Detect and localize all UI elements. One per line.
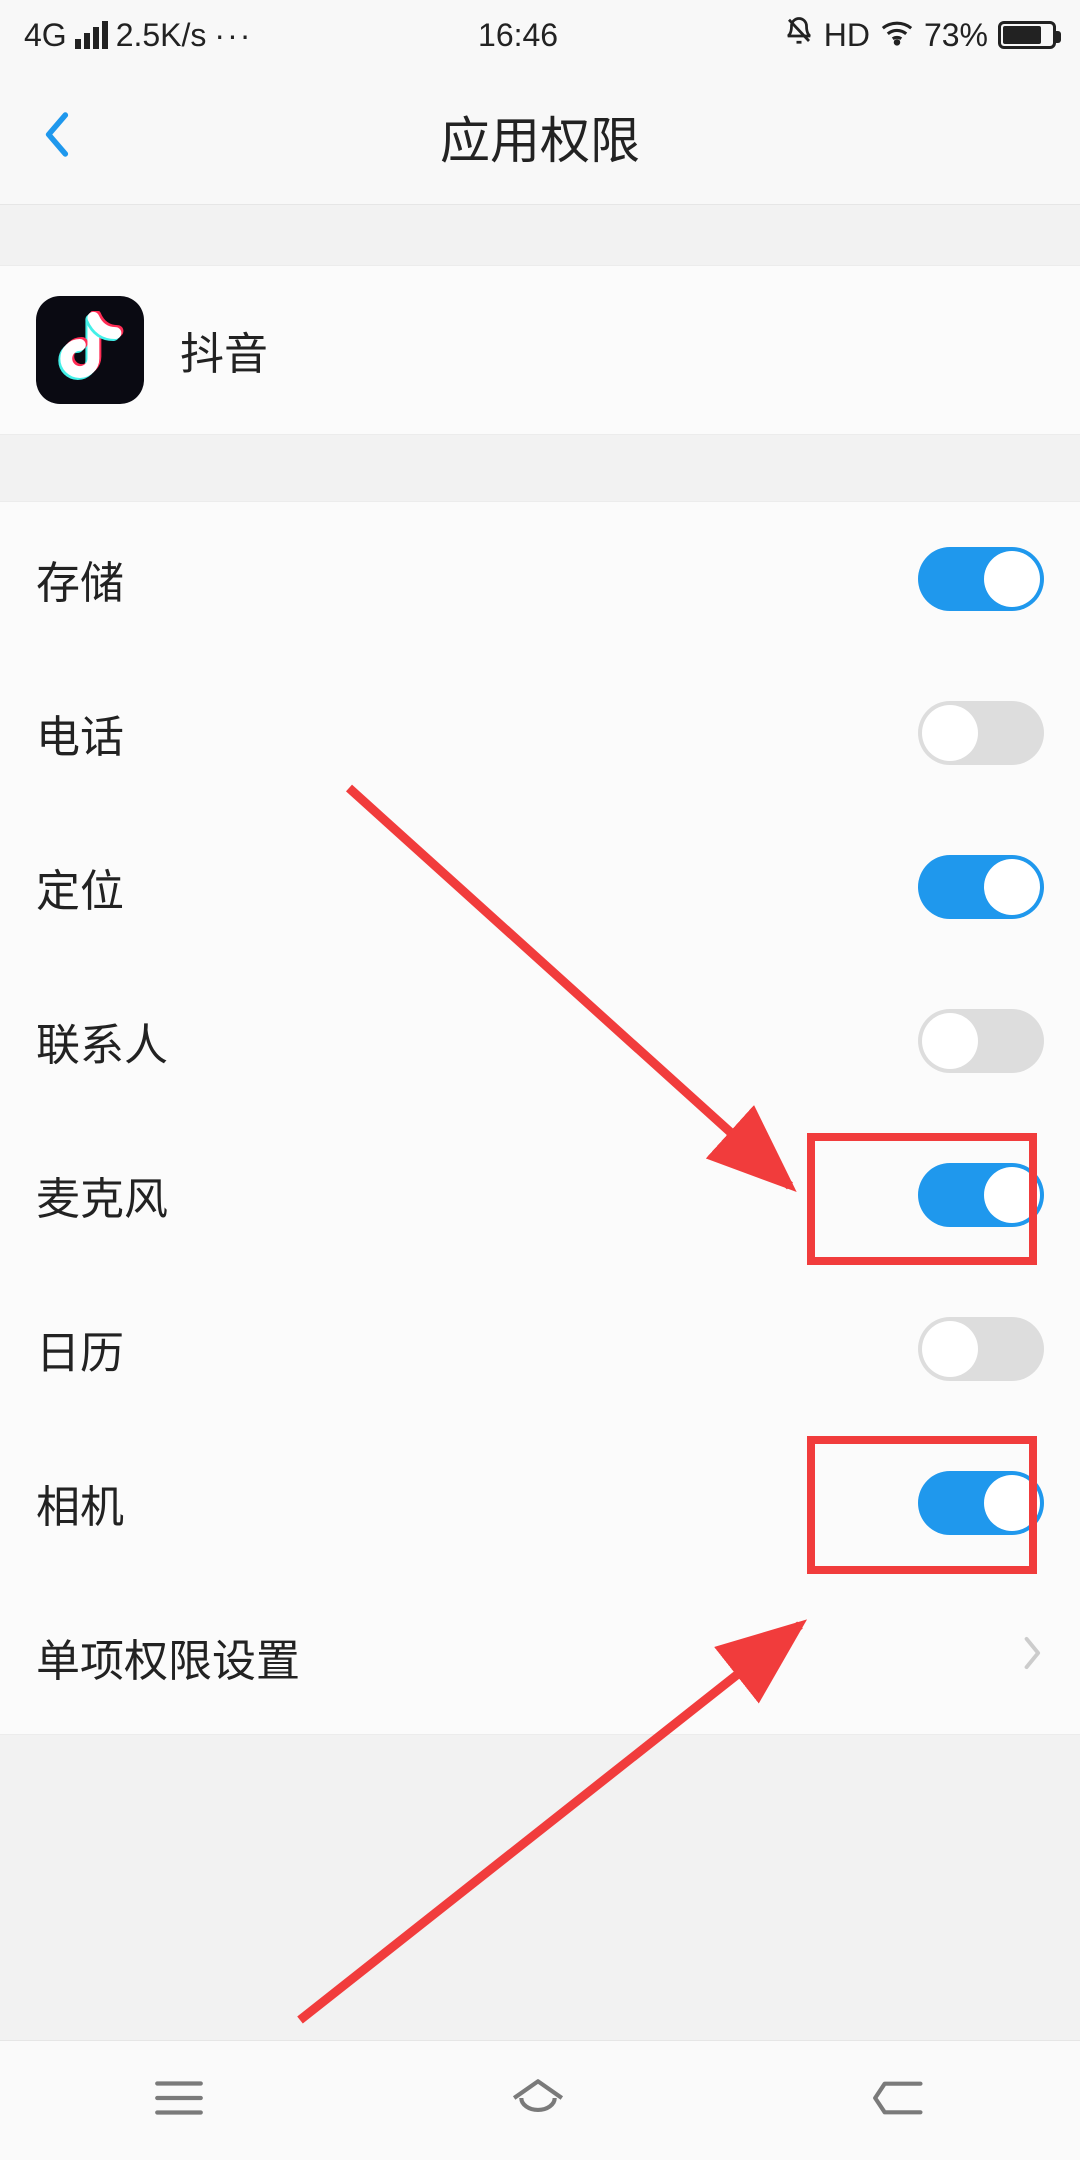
page-header: 应用权限: [0, 70, 1080, 205]
permission-label: 电话: [36, 701, 124, 765]
wifi-icon: [880, 16, 914, 54]
permission-toggle-location[interactable]: [918, 855, 1044, 919]
permission-row-contacts: 联系人: [0, 964, 1080, 1118]
permission-toggle-contacts[interactable]: [918, 1009, 1044, 1073]
more-permission-settings[interactable]: 单项权限设置: [0, 1580, 1080, 1734]
battery-icon: [998, 21, 1056, 49]
more-settings-label: 单项权限设置: [36, 1625, 300, 1689]
signal-icon: [75, 21, 108, 49]
permission-row-camera: 相机: [0, 1426, 1080, 1580]
permission-row-location: 定位: [0, 810, 1080, 964]
permission-toggle-storage[interactable]: [918, 547, 1044, 611]
mute-icon: [784, 16, 814, 54]
page-title: 应用权限: [440, 101, 640, 173]
permission-toggle-microphone[interactable]: [918, 1163, 1044, 1227]
permission-row-microphone: 麦克风: [0, 1118, 1080, 1272]
permissions-list: 存储 电话 定位 联系人 麦克风 日历 相机 单项权限设置: [0, 501, 1080, 1735]
permission-label: 存储: [36, 547, 124, 611]
network-type: 4G: [24, 17, 67, 54]
permission-label: 相机: [36, 1471, 124, 1535]
hd-indicator: HD: [824, 17, 870, 54]
nav-back-icon[interactable]: [868, 2075, 930, 2126]
app-icon: [36, 296, 144, 404]
permission-label: 日历: [36, 1317, 124, 1381]
nav-recent-icon[interactable]: [150, 2075, 208, 2126]
app-info-row: 抖音: [0, 265, 1080, 435]
permission-row-phone: 电话: [0, 656, 1080, 810]
status-right: HD 73%: [784, 16, 1056, 54]
more-indicator: ···: [214, 17, 252, 54]
battery-pct: 73%: [924, 17, 988, 54]
permission-row-storage: 存储: [0, 502, 1080, 656]
system-nav-bar: [0, 2040, 1080, 2160]
chevron-right-icon: [1022, 1632, 1044, 1682]
permission-label: 麦克风: [36, 1163, 168, 1227]
nav-home-icon[interactable]: [507, 2073, 569, 2128]
status-left: 4G 2.5K/s ···: [24, 17, 252, 54]
permission-row-calendar: 日历: [0, 1272, 1080, 1426]
data-speed: 2.5K/s: [116, 17, 207, 54]
app-name: 抖音: [180, 318, 268, 382]
status-time: 16:46: [478, 17, 558, 54]
permission-label: 定位: [36, 855, 124, 919]
permission-toggle-calendar[interactable]: [918, 1317, 1044, 1381]
permission-label: 联系人: [36, 1009, 168, 1073]
back-button[interactable]: [42, 110, 72, 165]
permission-toggle-camera[interactable]: [918, 1471, 1044, 1535]
permission-toggle-phone[interactable]: [918, 701, 1044, 765]
status-bar: 4G 2.5K/s ··· 16:46 HD 73%: [0, 0, 1080, 70]
